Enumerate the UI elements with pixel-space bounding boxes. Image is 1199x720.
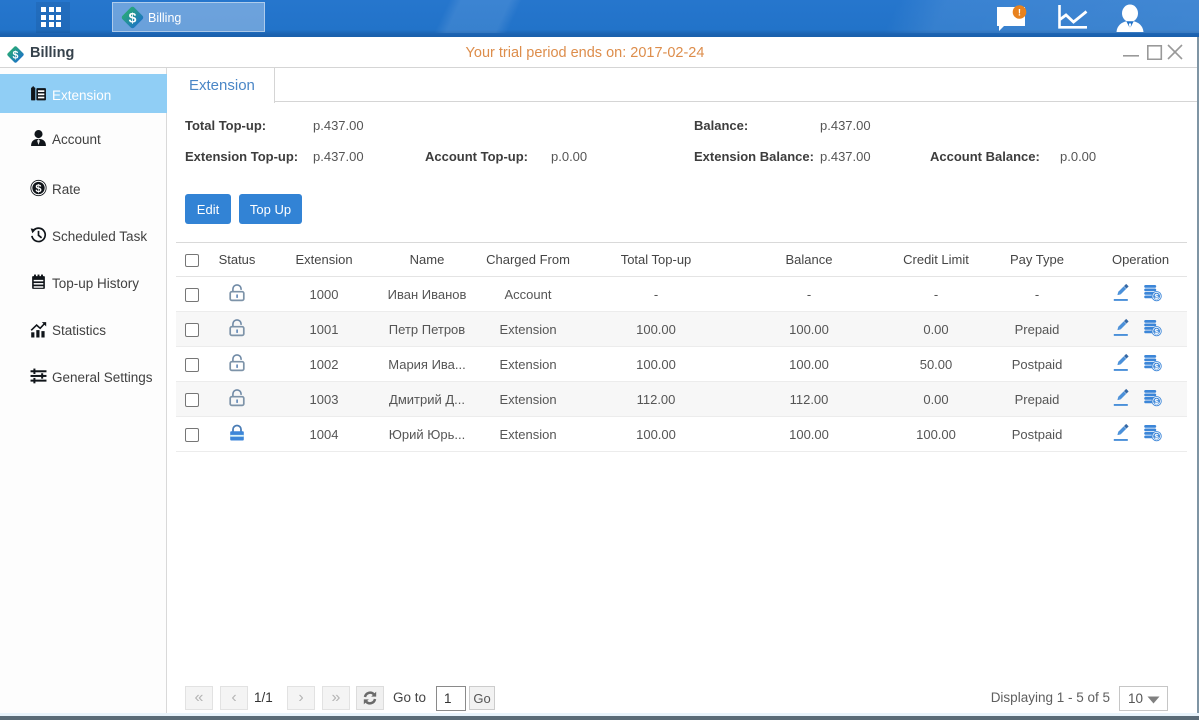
svg-text:$: $: [35, 183, 42, 195]
svg-text:$: $: [129, 10, 137, 26]
svg-text:!: !: [1018, 8, 1021, 19]
